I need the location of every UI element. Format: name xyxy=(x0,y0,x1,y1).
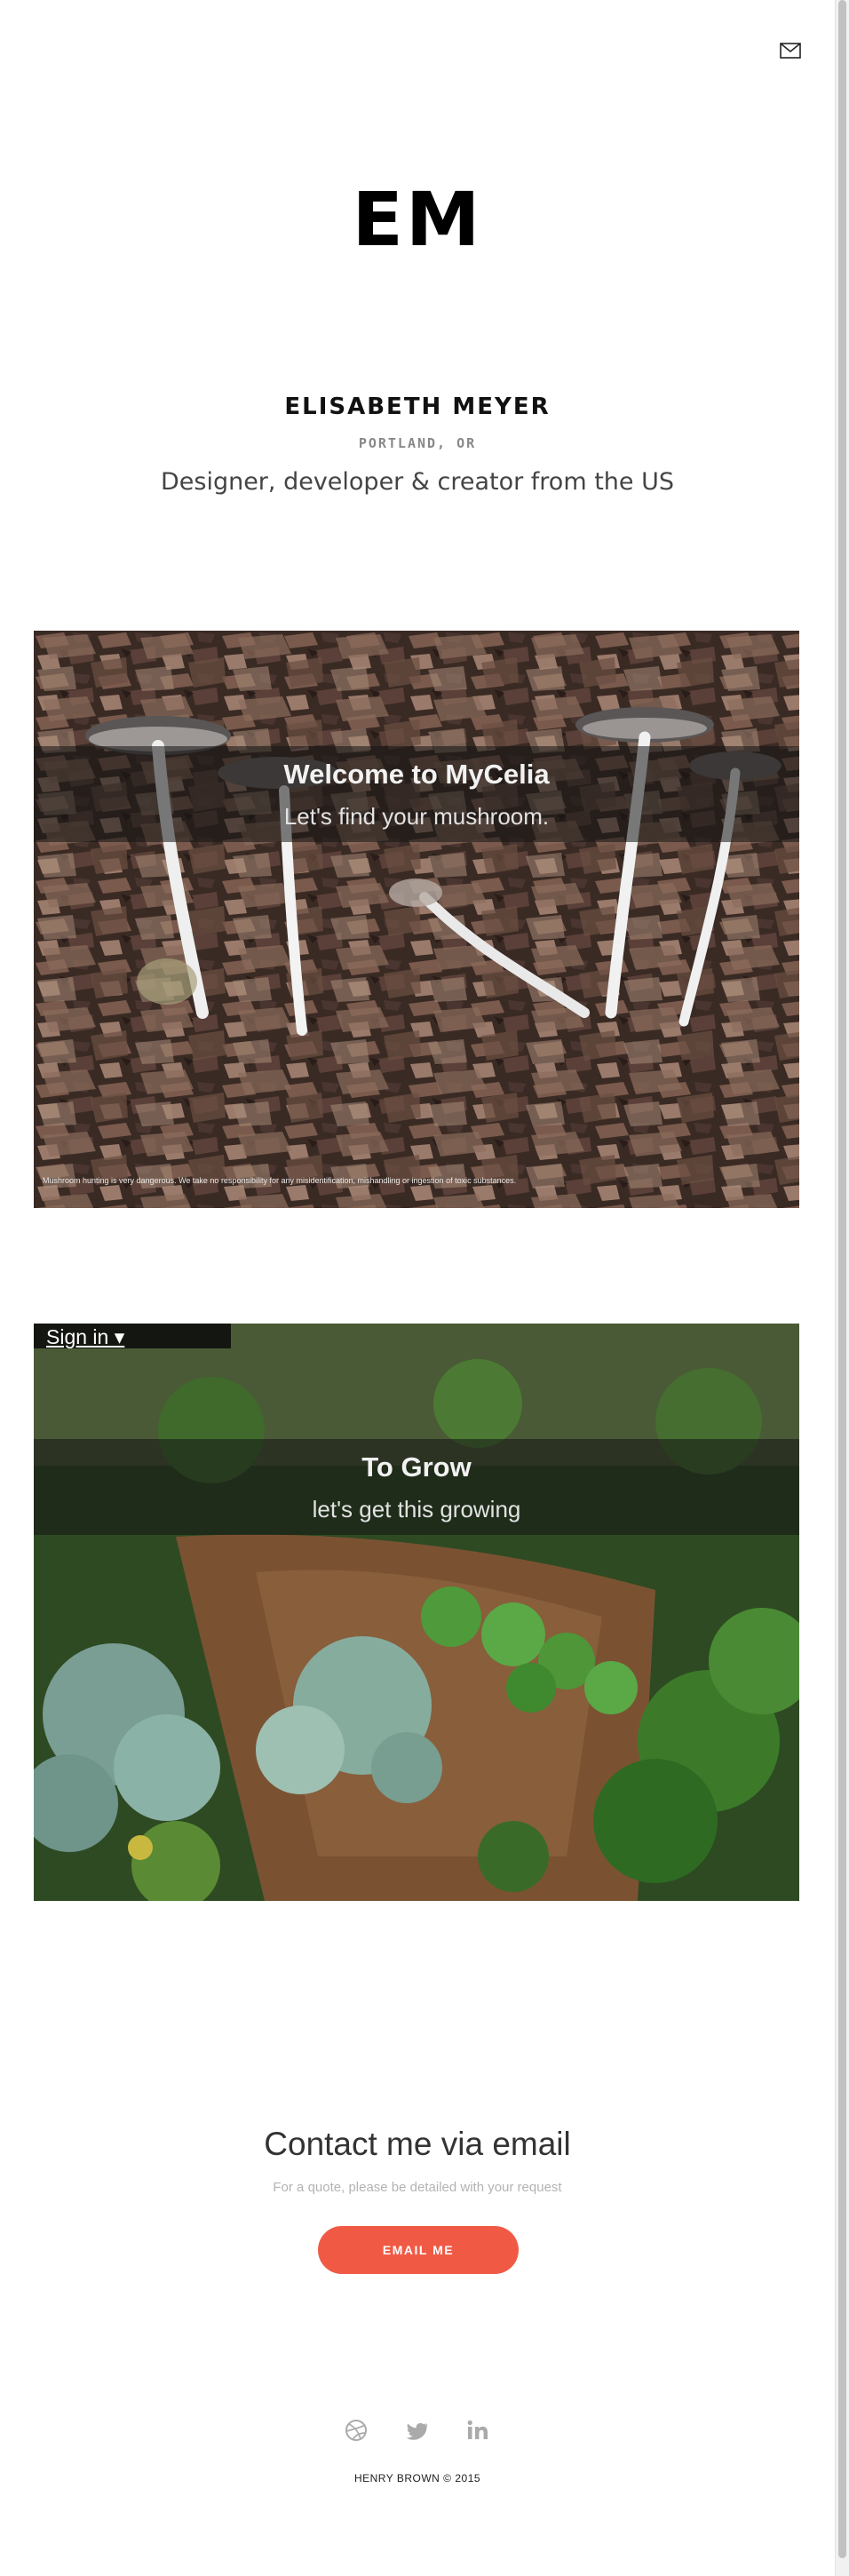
scrollbar[interactable] xyxy=(835,0,849,2576)
linkedin-icon[interactable] xyxy=(465,2418,490,2443)
garden-photo xyxy=(34,1324,799,1901)
grow-banner: To Grow let's get this growing xyxy=(34,1439,799,1535)
grow-card[interactable]: To Grow let's get this growing Sign in ▾ xyxy=(34,1324,799,1901)
site-logo: EM xyxy=(352,176,483,263)
scrollbar-thumb[interactable] xyxy=(838,0,846,2558)
signin-bar: Sign in ▾ xyxy=(34,1324,231,1348)
author-name: ELISABETH MEYER xyxy=(284,394,551,420)
mycelia-title: Welcome to MyCelia xyxy=(283,759,550,790)
dribbble-icon[interactable] xyxy=(344,2418,369,2443)
envelope-icon[interactable] xyxy=(780,43,801,59)
author-tagline: Designer, developer & creator from the U… xyxy=(160,468,675,496)
footer-copyright: HENRY BROWN © 2015 xyxy=(353,2472,481,2485)
mycelia-card[interactable]: Welcome to MyCelia Let's find your mushr… xyxy=(34,631,799,1208)
email-me-button[interactable]: EMAIL ME xyxy=(318,2226,519,2274)
twitter-icon[interactable] xyxy=(405,2418,430,2443)
grow-title: To Grow xyxy=(361,1451,472,1483)
mushroom-photo xyxy=(34,631,799,1208)
contact-subtitle: For a quote, please be detailed with you… xyxy=(273,2180,562,2195)
mycelia-banner: Welcome to MyCelia Let's find your mushr… xyxy=(34,746,799,842)
mycelia-subtitle: Let's find your mushroom. xyxy=(283,803,550,830)
mycelia-disclaimer: Mushroom hunting is very dangerous. We t… xyxy=(43,1176,517,1185)
contact-title: Contact me via email xyxy=(264,2126,571,2162)
grow-subtitle: let's get this growing xyxy=(312,1496,521,1523)
author-location: PORTLAND, OR xyxy=(358,435,477,451)
signin-button[interactable]: Sign in ▾ xyxy=(46,1325,124,1349)
